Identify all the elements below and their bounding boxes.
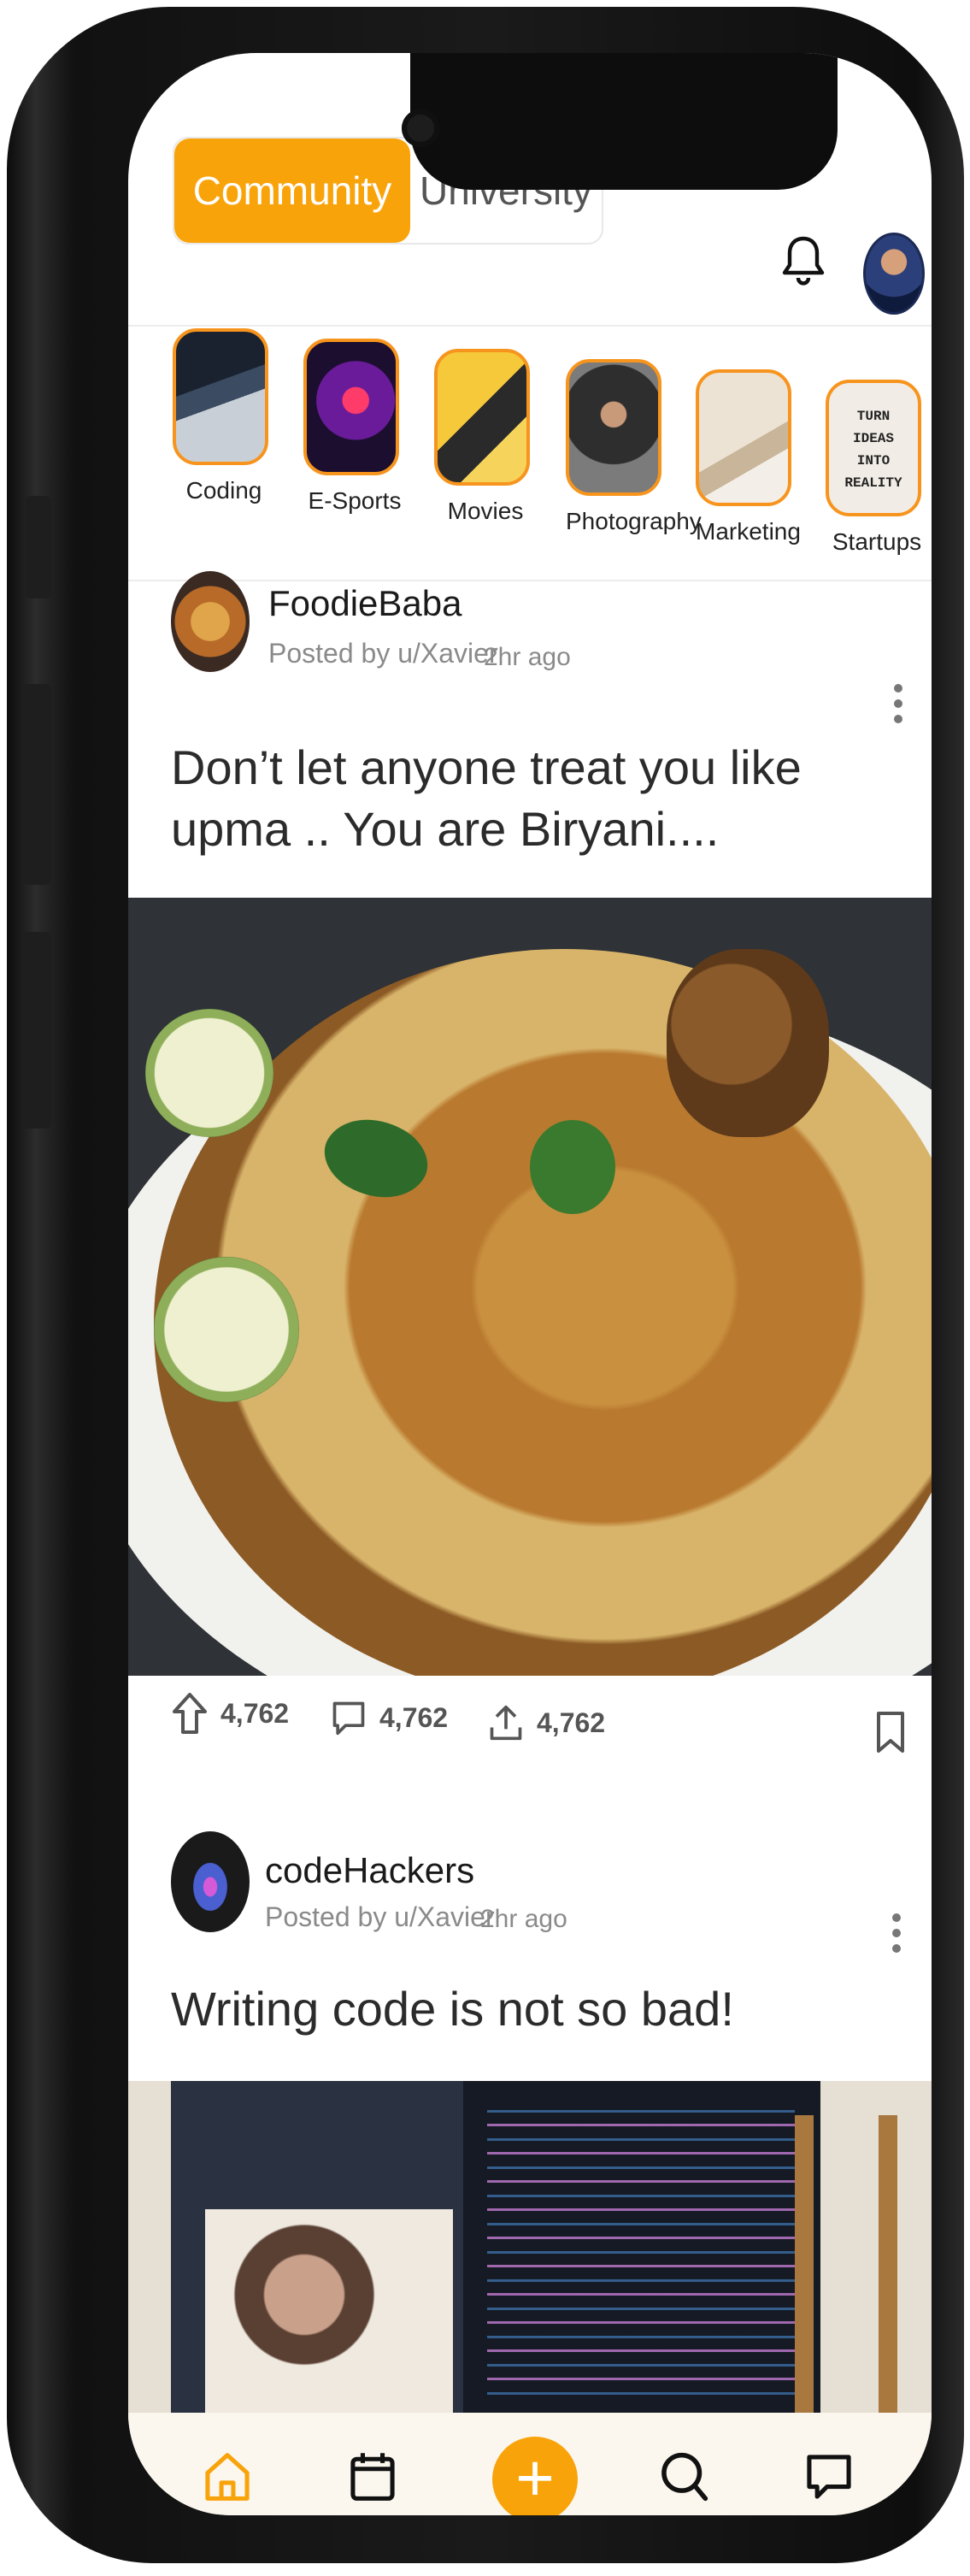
chicken-piece [667, 949, 829, 1137]
search-icon[interactable] [658, 2447, 709, 2507]
category-thumbnail [173, 328, 268, 465]
category-label: Startups [832, 528, 922, 555]
upvote-icon [173, 1693, 207, 1734]
upvote-count: 4,762 [220, 1697, 290, 1729]
bookmark-icon[interactable] [873, 1708, 908, 1756]
post-title[interactable]: Writing code is not so bad! [171, 1978, 872, 2040]
post-image[interactable] [128, 898, 932, 1676]
community-name[interactable]: codeHackers [265, 1850, 474, 1891]
category-thumbnail: TURN IDEAS INTO REALITY [826, 380, 921, 516]
tab-community[interactable]: Community [174, 139, 410, 243]
category-label: E-Sports [308, 487, 402, 514]
comment-icon [332, 1701, 365, 1736]
more-options-icon[interactable] [892, 1907, 904, 1960]
code-lines [487, 2098, 795, 2406]
bell-icon[interactable] [778, 233, 829, 292]
community-avatar[interactable] [171, 1831, 250, 1932]
mute-switch [26, 496, 51, 598]
comment-count: 4,762 [379, 1701, 449, 1733]
app-screen: Community University Coding E-Sports Mov… [128, 53, 932, 2515]
share-icon [490, 1705, 522, 1741]
category-thumbnail [696, 369, 791, 506]
chat-icon[interactable] [803, 2447, 855, 2507]
category-label: Coding [185, 477, 262, 504]
volume-up-button [22, 684, 51, 885]
more-options-icon[interactable] [894, 677, 906, 730]
mint-leaf [530, 1120, 615, 1214]
category-label: Photography [566, 508, 702, 534]
upvote-button[interactable]: 4,762 [171, 1690, 289, 1736]
cucumber-slice [154, 1257, 299, 1402]
cucumber-slice [145, 1009, 273, 1137]
volume-down-button [22, 932, 51, 1129]
divider [128, 580, 932, 581]
category-startups[interactable]: TURN IDEAS INTO REALITY Startups [826, 380, 928, 556]
category-coding[interactable]: Coding [173, 328, 275, 504]
category-marketing[interactable]: Marketing [696, 369, 801, 545]
calendar-icon[interactable] [347, 2447, 398, 2507]
phone-mockup: Community University Coding E-Sports Mov… [0, 0, 970, 2576]
category-label: Movies [447, 498, 524, 524]
share-count: 4,762 [537, 1707, 606, 1738]
share-button[interactable]: 4,762 [487, 1700, 605, 1746]
category-esports[interactable]: E-Sports [303, 339, 406, 515]
comment-button[interactable]: 4,762 [330, 1695, 448, 1741]
category-photography[interactable]: Photography [566, 359, 702, 535]
community-name[interactable]: FoodieBaba [268, 583, 462, 624]
post-time: 2hr ago [480, 1905, 567, 1933]
post-image[interactable] [128, 2081, 932, 2423]
category-movies[interactable]: Movies [434, 349, 537, 525]
lightbox-sign-text: TURN IDEAS INTO REALITY [844, 409, 902, 491]
add-post-button[interactable]: + [492, 2437, 578, 2515]
wooden-chair [795, 2115, 897, 2423]
post-title[interactable]: Don’t let anyone treat you like upma .. … [171, 737, 872, 860]
notch [410, 53, 838, 190]
divider [128, 325, 932, 327]
bottom-nav: + [128, 2413, 932, 2515]
home-icon[interactable] [202, 2447, 253, 2507]
category-label: Marketing [696, 518, 801, 545]
post-author[interactable]: Posted by u/Xavier [265, 1901, 495, 1933]
category-thumbnail [566, 359, 661, 496]
category-thumbnail [434, 349, 530, 486]
community-avatar[interactable] [171, 571, 250, 672]
category-thumbnail [303, 339, 399, 475]
avatar[interactable] [863, 233, 925, 315]
post-author[interactable]: Posted by u/Xavier [268, 638, 498, 669]
camera-icon [402, 109, 439, 147]
video-person [205, 2209, 453, 2423]
post-time: 2hr ago [484, 643, 571, 671]
